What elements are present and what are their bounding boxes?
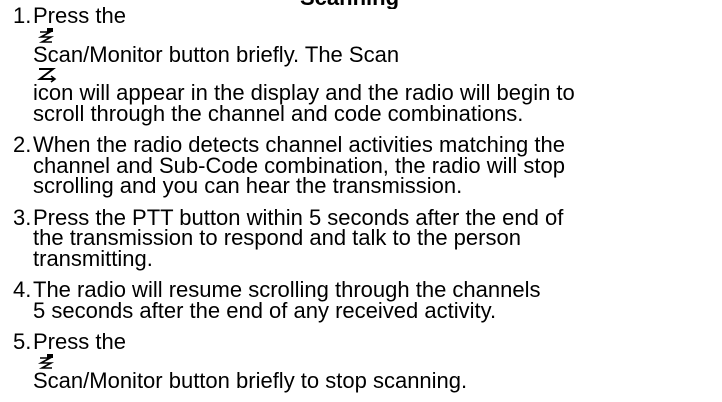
step-number: 4. (13, 277, 32, 302)
step-text-part: Scan/Monitor button briefly to stop scan… (33, 367, 468, 393)
step-list: 1. Press the Scan/Monitor button briefly… (0, 3, 722, 402)
step-text-part: Press the (33, 329, 126, 354)
step-line: transmitting. (33, 245, 153, 271)
step-line: scroll through the channel and code comb… (33, 100, 524, 126)
step-line: Press the Scan/Monitor button briefly to… (33, 329, 722, 393)
step-text: The radio will resume scrolling through … (33, 279, 722, 323)
step-line: Press the Scan/Monitor button briefly. T… (33, 3, 722, 83)
step-number: 5. (13, 329, 32, 354)
step-text: Press the Scan/Monitor button briefly. T… (33, 3, 722, 126)
step-text-part: Scan/Monitor button briefly. The Scan (33, 41, 400, 67)
step-item-3: 3. Press the PTT button within 5 seconds… (0, 204, 722, 271)
step-text-part: Press the (33, 3, 126, 28)
scan-monitor-icon (36, 353, 719, 371)
step-item-2: 2. When the radio detects channel activi… (0, 132, 722, 198)
step-item-5: 5. Press the Scan/Monitor button briefly… (0, 329, 722, 393)
step-item-4: 4. The radio will resume scrolling throu… (0, 277, 722, 323)
step-text: Press the Scan/Monitor button briefly to… (33, 329, 722, 393)
manual-page: Scanning 1. Press the Scan/Monitor butto… (0, 0, 722, 391)
step-number: 3. (13, 204, 32, 230)
step-line: 5 seconds after the end of any received … (33, 297, 497, 323)
step-number: 1. (13, 3, 32, 28)
step-text: Press the PTT button within 5 seconds af… (33, 206, 722, 271)
step-text: When the radio detects channel activitie… (33, 134, 722, 198)
step-number: 2. (13, 132, 32, 157)
step-line: scrolling and you can hear the transmiss… (33, 173, 463, 198)
step-item-1: 1. Press the Scan/Monitor button briefly… (0, 3, 722, 126)
